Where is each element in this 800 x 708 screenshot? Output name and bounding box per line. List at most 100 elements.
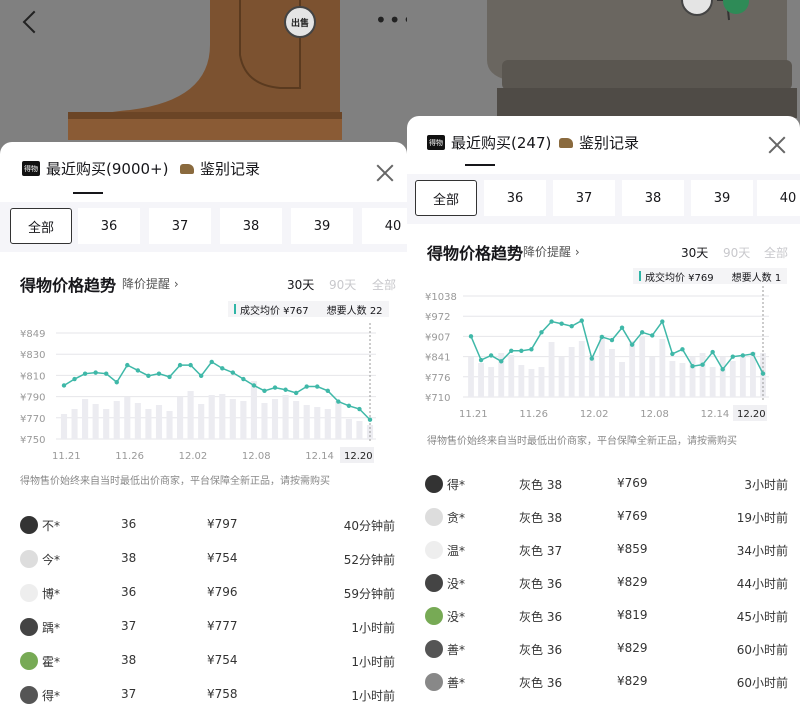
period-90d[interactable]: 90天: [723, 244, 750, 261]
x-tick-label: 12.14: [701, 409, 730, 420]
price-point: [519, 348, 524, 354]
y-tick-label: ¥1038: [425, 292, 457, 303]
price-line: [63, 360, 371, 421]
row-price: ¥769: [617, 476, 648, 490]
volume-bar: [198, 404, 205, 439]
size-chip-39[interactable]: 39: [691, 180, 753, 216]
volume-bar: [649, 357, 656, 397]
avatar: [425, 475, 443, 493]
price-point: [639, 330, 645, 335]
price-disclaimer: 得物售价始终来自当时最低出价商家，平台保障全新正品，请按需购买: [20, 476, 330, 487]
close-icon[interactable]: [768, 136, 786, 154]
purchase-row: 得* 灰色 38 ¥769 3小时前: [407, 467, 800, 501]
size-chip-all[interactable]: 全部: [10, 208, 72, 244]
volume-bar: [187, 391, 194, 439]
size-chip-37[interactable]: 37: [149, 208, 211, 244]
size-chip-38[interactable]: 38: [622, 180, 684, 216]
purchase-row: 得* 37 ¥758 1小时前: [0, 678, 407, 708]
size-chip-39[interactable]: 39: [291, 208, 353, 244]
period-90d[interactable]: 90天: [329, 276, 356, 293]
avatar: [425, 673, 443, 691]
volume-bar: [659, 339, 666, 397]
price-point: [135, 368, 141, 373]
price-point: [569, 323, 574, 329]
volume-bar: [240, 401, 247, 439]
row-name: 温*: [447, 544, 466, 558]
price-point: [750, 351, 756, 357]
purchase-row: 踽* 37 ¥777 1小时前: [0, 610, 407, 644]
tab-recent-label: 最近购买(9000+): [46, 160, 169, 178]
volume-bar: [177, 397, 184, 439]
price-point: [241, 376, 246, 382]
volume-bar: [609, 349, 615, 397]
tab-authentication[interactable]: 鉴别记录: [180, 158, 260, 179]
size-chip-36[interactable]: 36: [78, 208, 140, 244]
row-name: 贪*: [447, 511, 466, 525]
dewu-logo-icon: 得物: [427, 135, 445, 150]
price-point: [629, 342, 635, 347]
volume-bar: [518, 365, 525, 397]
period-all[interactable]: 全部: [764, 244, 788, 261]
volume-bar: [282, 395, 289, 439]
size-chip-38[interactable]: 38: [220, 208, 282, 244]
price-point: [209, 359, 214, 365]
y-tick-label: ¥849: [20, 329, 45, 340]
x-tick-label: 12.08: [640, 409, 669, 420]
price-point: [357, 406, 362, 412]
tab-recent-purchase[interactable]: 得物 最近购买(247): [427, 132, 551, 153]
row-time: 3小时前: [744, 478, 788, 492]
volume-bar: [166, 411, 173, 439]
size-chip-36[interactable]: 36: [484, 180, 546, 216]
tab-authentication[interactable]: 鉴别记录: [559, 132, 639, 153]
avatar: [20, 550, 38, 568]
purchase-row: 博* 36 ¥796 59分钟前: [0, 576, 407, 610]
row-size: 38: [121, 653, 137, 667]
row-time: 44小时前: [736, 577, 788, 591]
price-point: [720, 367, 725, 372]
legend-avg-price: 成交均价 ¥767: [240, 305, 309, 317]
price-trend-title: 得物价格趋势: [427, 244, 524, 263]
recent-purchase-sheet: 得物 最近购买(247) 鉴别记录 全部 36 37 38 39 40 得物价格…: [407, 116, 800, 708]
volume-bar: [356, 421, 363, 439]
row-price: ¥859: [617, 542, 648, 556]
row-name: 霍*: [42, 655, 61, 669]
row-price: ¥758: [207, 687, 238, 701]
size-chip-37[interactable]: 37: [553, 180, 615, 216]
volume-bar: [71, 409, 78, 439]
price-point: [177, 362, 183, 368]
row-name: 不*: [42, 519, 61, 533]
price-chart: ¥1038 ¥972 ¥907 ¥841 ¥776 ¥710 11.21 11.26 12.02…: [425, 286, 769, 421]
volume-bar: [719, 357, 726, 397]
row-time: 60小时前: [736, 643, 788, 657]
row-name: 博*: [42, 587, 61, 601]
row-name: 善*: [447, 643, 466, 657]
period-all[interactable]: 全部: [372, 276, 396, 293]
volume-bar: [103, 409, 110, 439]
tab-recent-purchase[interactable]: 得物 最近购买(9000+): [22, 158, 168, 179]
purchase-row: 不* 36 ¥797 40分钟前: [0, 508, 407, 542]
row-time: 34小时前: [736, 544, 788, 558]
row-time: 59分钟前: [343, 587, 395, 601]
period-30d[interactable]: 30天: [287, 276, 314, 293]
volume-bar: [598, 335, 605, 397]
price-alert-link[interactable]: 降价提醒 ›: [122, 275, 179, 292]
legend-want-count: 想要人数 22: [326, 305, 383, 317]
price-point: [93, 370, 98, 375]
period-30d[interactable]: 30天: [681, 244, 708, 261]
close-icon[interactable]: [376, 164, 394, 182]
volume-bar: [478, 363, 484, 397]
size-chip-all[interactable]: 全部: [415, 180, 477, 216]
size-chip-40[interactable]: 40: [362, 208, 407, 244]
more-icon[interactable]: •••: [375, 10, 407, 30]
x-tick-label: 12.14: [305, 451, 334, 462]
volume-bar: [261, 403, 268, 439]
price-alert-link[interactable]: 降价提醒 ›: [523, 243, 580, 260]
price-point: [262, 388, 267, 394]
avatar: [425, 508, 443, 526]
sell-badge[interactable]: 出售: [284, 6, 316, 38]
purchase-row: 没* 灰色 36 ¥819 45小时前: [407, 599, 800, 633]
volume-bar: [124, 397, 131, 439]
size-filter: 全部 36 37 38 39 40: [407, 174, 800, 224]
size-chip-40[interactable]: 40: [757, 180, 800, 216]
row-name: 得*: [42, 689, 61, 703]
